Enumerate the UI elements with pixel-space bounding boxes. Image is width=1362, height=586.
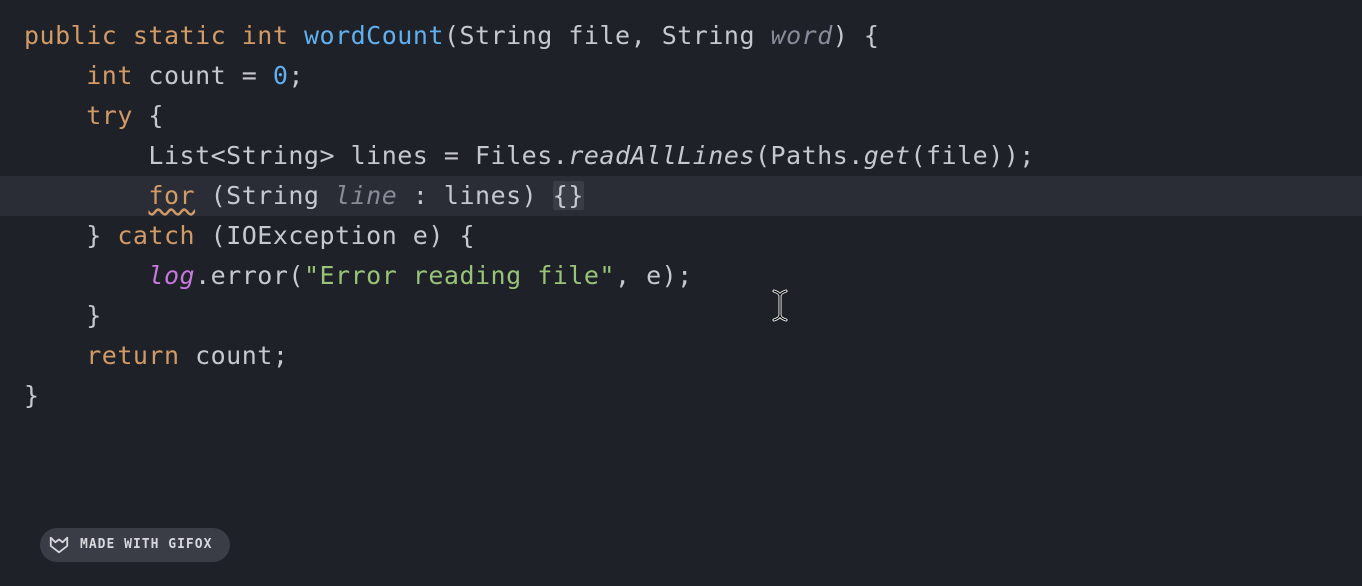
code-line[interactable]: try { — [24, 96, 1338, 136]
keyword-catch: catch — [117, 221, 195, 250]
method-error: .error( — [195, 261, 304, 290]
type-string: String — [460, 21, 553, 50]
expr-end: (file)); — [910, 141, 1034, 170]
catch-args: (IOException e) { — [195, 221, 475, 250]
paren: ( — [444, 21, 460, 50]
type-string: String — [662, 21, 755, 50]
indent — [24, 101, 86, 130]
brace-match-close: } — [568, 181, 584, 210]
indent — [24, 181, 148, 210]
indent — [24, 221, 86, 250]
indent — [24, 61, 86, 90]
brace-close: } — [24, 381, 40, 410]
for-colon: : lines) — [397, 181, 553, 210]
brace: { — [848, 21, 879, 50]
string-literal: "Error reading file" — [304, 261, 615, 290]
badge-text: MADE WITH GIFOX — [80, 535, 212, 556]
brace: { — [133, 101, 164, 130]
keyword-public: public — [24, 21, 117, 50]
param-file: file — [568, 21, 630, 50]
keyword-int: int — [242, 21, 289, 50]
code-line[interactable]: } catch (IOException e) { — [24, 216, 1338, 256]
brace-close: } — [86, 301, 102, 330]
code-line[interactable]: public static int wordCount(String file,… — [24, 16, 1338, 56]
semicolon: ; — [288, 61, 304, 90]
code-line[interactable]: List<String> lines = Files.readAllLines(… — [24, 136, 1338, 176]
expr-list: List<String> lines = Files. — [148, 141, 568, 170]
code-line[interactable]: return count; — [24, 336, 1338, 376]
indent — [24, 261, 148, 290]
fox-icon — [48, 534, 70, 556]
code-line[interactable]: int count = 0; — [24, 56, 1338, 96]
code-line[interactable]: log.error("Error reading file", e); — [24, 256, 1338, 296]
code-line-active[interactable]: for (String line : lines) {} — [0, 176, 1362, 216]
args-end: , e); — [615, 261, 693, 290]
keyword-static: static — [133, 21, 226, 50]
brace-match-open: { — [553, 181, 569, 210]
indent — [24, 141, 148, 170]
indent — [24, 341, 86, 370]
code-editor[interactable]: public static int wordCount(String file,… — [24, 16, 1338, 416]
expr-mid: (Paths. — [755, 141, 864, 170]
indent — [24, 301, 86, 330]
var-count: count = — [133, 61, 273, 90]
method-name: wordCount — [304, 21, 444, 50]
var-count: count; — [180, 341, 289, 370]
code-line[interactable]: } — [24, 296, 1338, 336]
loop-var-line: line — [335, 181, 397, 210]
code-line[interactable]: } — [24, 376, 1338, 416]
keyword-try: try — [86, 101, 133, 130]
method-get: get — [864, 141, 911, 170]
comma: , — [631, 21, 662, 50]
literal-zero: 0 — [273, 61, 289, 90]
paren: ) — [833, 21, 849, 50]
param-word: word — [771, 21, 833, 50]
keyword-for-warning: for — [148, 181, 195, 210]
keyword-int: int — [86, 61, 133, 90]
keyword-return: return — [86, 341, 179, 370]
identifier-log: log — [148, 261, 195, 290]
brace-close: } — [86, 221, 117, 250]
for-header: (String — [195, 181, 335, 210]
gifox-watermark-badge: MADE WITH GIFOX — [40, 528, 230, 562]
method-readAllLines: readAllLines — [568, 141, 755, 170]
